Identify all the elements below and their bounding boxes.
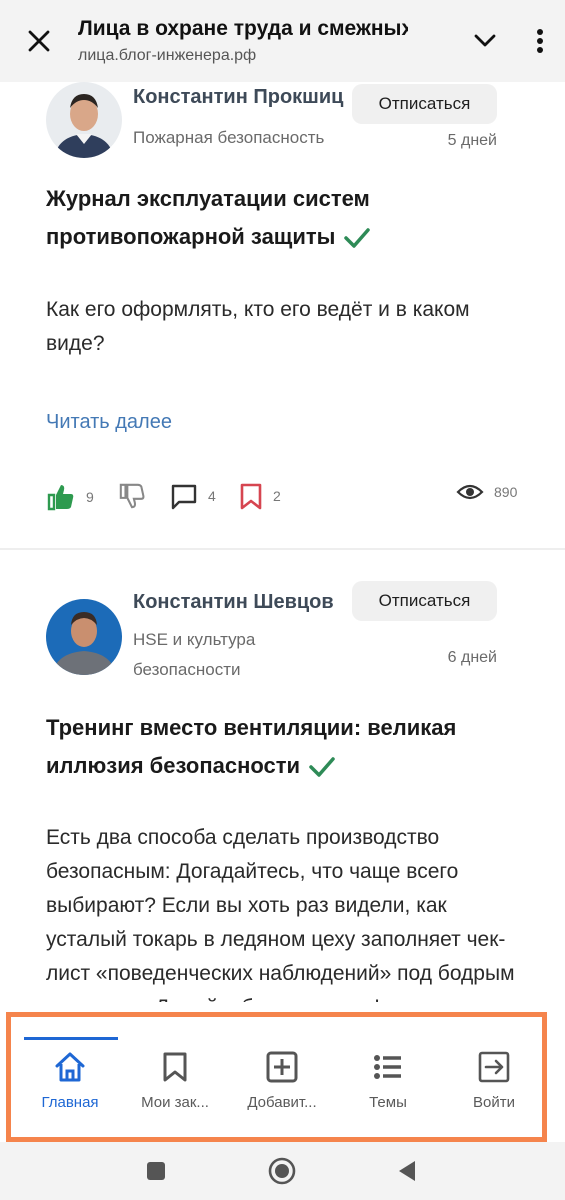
thumbs-down-icon	[119, 483, 145, 509]
post-divider	[0, 548, 565, 550]
more-vert-icon	[537, 29, 543, 53]
comments-button[interactable]: 4	[170, 482, 216, 510]
bookmark-button[interactable]: 2	[239, 482, 281, 510]
views-counter: 890	[456, 482, 517, 502]
comment-count: 4	[208, 488, 216, 504]
post-topic[interactable]: Пожарная безопасность	[133, 123, 324, 153]
view-count: 890	[494, 484, 518, 500]
nav-home[interactable]: Главная	[15, 1050, 125, 1130]
post-excerpt: Как его оформлять, кто его ведёт и в как…	[46, 298, 470, 355]
nav-bookmarks-label: Мои зак...	[141, 1094, 209, 1111]
read-more-link[interactable]: Читать далее	[46, 411, 172, 434]
chevron-down-icon	[474, 34, 496, 47]
avatar-photo	[46, 599, 122, 675]
page-title: Лица в охране труда и смежных	[78, 17, 408, 40]
system-nav-bar	[0, 1142, 565, 1200]
list-icon	[374, 1055, 401, 1079]
dislike-button[interactable]	[118, 482, 146, 510]
nav-add[interactable]: Добавит...	[227, 1050, 337, 1130]
author-name[interactable]: Константин Прокшиц	[133, 86, 343, 109]
avatar[interactable]	[46, 599, 122, 675]
avatar[interactable]	[46, 82, 122, 158]
author-name[interactable]: Константин Шевцов	[133, 591, 334, 614]
expand-button[interactable]	[455, 0, 515, 82]
comment-icon	[171, 484, 197, 510]
feed[interactable]: Константин Прокшиц Отписаться Пожарная б…	[0, 82, 565, 1002]
unsubscribe-button[interactable]: Отписаться	[352, 581, 497, 621]
post-topic[interactable]: HSE и культура безопасности	[133, 625, 303, 685]
circle-icon	[268, 1157, 296, 1185]
triangle-back-icon	[399, 1161, 415, 1181]
more-options-button[interactable]	[515, 0, 565, 82]
home-icon	[55, 1052, 85, 1082]
post-age: 6 дней	[447, 649, 497, 666]
nav-login[interactable]: Войти	[439, 1050, 549, 1130]
post-age: 5 дней	[447, 132, 497, 149]
nav-add-label: Добавит...	[247, 1094, 317, 1111]
nav-home-label: Главная	[41, 1094, 99, 1111]
back-system-button[interactable]	[386, 1150, 428, 1192]
add-box-icon	[266, 1051, 298, 1083]
post-title-text: Журнал эксплуатации систем противопожарн…	[46, 186, 370, 249]
bookmark-count: 2	[273, 488, 281, 504]
home-system-button[interactable]	[261, 1150, 303, 1192]
post-title[interactable]: Тренинг вместо вентиляции: великая иллюз…	[46, 709, 526, 785]
post-excerpt: Есть два способа сделать производство бе…	[46, 826, 515, 1002]
post-title[interactable]: Журнал эксплуатации систем противопожарн…	[46, 180, 526, 256]
nav-topics-label: Темы	[369, 1094, 407, 1111]
close-button[interactable]	[0, 0, 78, 82]
login-icon	[478, 1051, 510, 1083]
page-url[interactable]: лица.блог-инженера.рф	[78, 47, 455, 65]
unsubscribe-button[interactable]: Отписаться	[352, 84, 497, 124]
browser-titles: Лица в охране труда и смежных лица.блог-…	[78, 17, 455, 65]
like-count: 9	[86, 489, 94, 505]
thumbs-up-icon	[47, 485, 74, 511]
bookmark-icon	[240, 483, 262, 510]
bookmark-icon	[163, 1052, 187, 1082]
close-icon	[28, 30, 50, 52]
post-actions: 9 4 2 890	[46, 482, 526, 516]
bottom-nav: Главная Мои зак... Добавит... Темы Войти	[0, 1032, 565, 1132]
active-tab-indicator	[24, 1037, 118, 1040]
avatar-photo	[46, 82, 122, 158]
square-icon	[147, 1162, 165, 1180]
like-button[interactable]: 9	[46, 482, 94, 512]
nav-topics[interactable]: Темы	[333, 1050, 443, 1130]
verified-check-icon	[344, 228, 371, 248]
nav-my-bookmarks[interactable]: Мои зак...	[120, 1050, 230, 1130]
verified-check-icon	[309, 757, 335, 777]
recent-apps-button[interactable]	[135, 1150, 177, 1192]
post-title-text: Тренинг вместо вентиляции: великая иллюз…	[46, 715, 457, 778]
nav-login-label: Войти	[473, 1094, 515, 1111]
eye-icon	[456, 484, 484, 500]
browser-top-bar: Лица в охране труда и смежных лица.блог-…	[0, 0, 565, 82]
